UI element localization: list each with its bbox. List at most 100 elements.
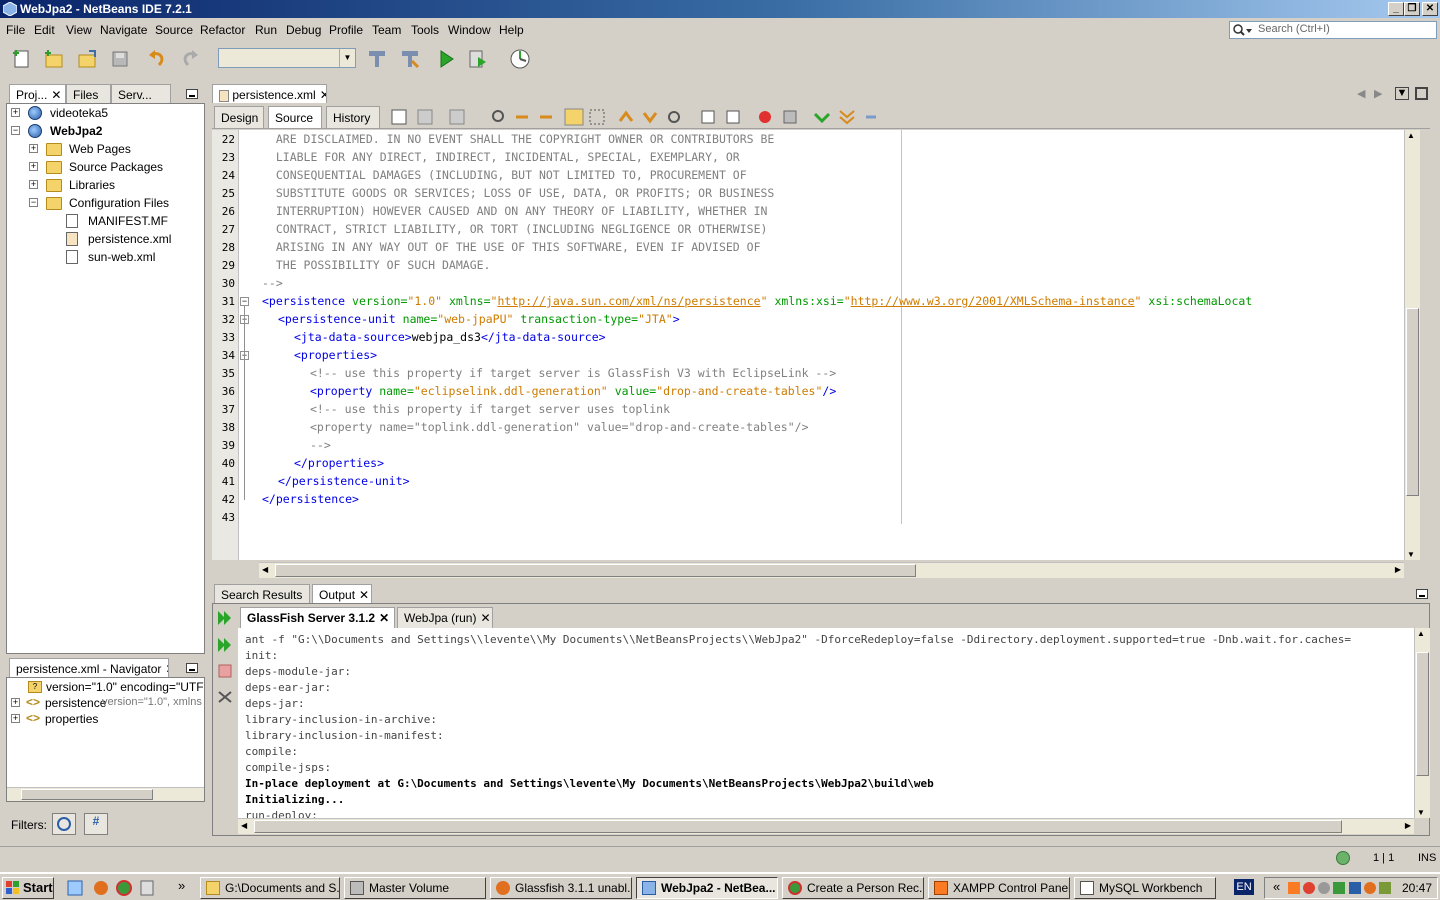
search-input[interactable]: Search (Ctrl+I) [1229,21,1437,39]
menu-window[interactable]: Window [448,23,491,37]
restore-button[interactable]: ❐ [1404,2,1420,16]
menu-refactor[interactable]: Refactor [200,23,245,37]
configuration-combo[interactable]: ▼ [218,48,356,68]
maximize-icon[interactable] [1415,87,1428,100]
collapse-icon[interactable]: − [29,198,38,207]
collapse-icon[interactable]: − [11,126,20,135]
scroll-down-icon[interactable]: ▼ [1417,808,1425,817]
tab-search-results[interactable]: Search Results [214,584,310,603]
close-icon[interactable]: ✕ [165,662,168,676]
editor-hscrollbar[interactable]: ◀ ▶ [259,562,1404,578]
minimize-panel-icon[interactable] [186,89,198,99]
build-icon[interactable] [365,47,389,71]
clean-build-icon[interactable] [398,47,422,71]
debug-icon[interactable] [466,47,490,71]
redo-icon[interactable] [178,47,202,71]
more-icon[interactable]: » [178,878,185,893]
undo-icon[interactable] [145,47,169,71]
scroll-thumb[interactable] [1416,652,1429,776]
expand-icon[interactable]: + [29,180,38,189]
close-icon[interactable]: ✕ [51,88,61,102]
language-indicator[interactable]: EN [1234,879,1254,895]
fold-toggle-icon[interactable]: − [240,297,249,306]
tab-design[interactable]: Design [214,106,264,128]
taskbar-item-chrome[interactable]: Create a Person Rec... [782,877,924,899]
output-hscrollbar[interactable]: ◀ ▶ [238,818,1414,834]
tab-output[interactable]: Output ✕ [312,584,372,603]
scroll-right-icon[interactable]: ▶ [1395,565,1401,574]
tab-files[interactable]: Files [66,84,111,103]
tab-services[interactable]: Serv... [111,84,171,103]
minimize-panel-icon[interactable] [186,663,198,673]
open-project-icon[interactable] [75,47,99,71]
menu-edit[interactable]: Edit [34,23,55,37]
scroll-down-icon[interactable]: ▼ [1407,550,1415,559]
tab-glassfish-server[interactable]: GlassFish Server 3.1.2 ✕ [240,607,395,628]
new-file-icon[interactable] [10,47,34,71]
show-hidden-icons-icon[interactable]: « [1273,879,1280,894]
scroll-left-icon[interactable]: ◀ [241,821,247,830]
quick-launch-icons[interactable] [66,879,166,897]
xml-link-value[interactable]: http://java.sun.com/xml/ns/persistence [497,294,760,308]
scroll-thumb[interactable] [21,789,153,800]
taskbar-item-mysql-workbench[interactable]: MySQL Workbench [1074,877,1216,899]
menu-team[interactable]: Team [372,23,401,37]
tasks-status-icon[interactable] [1336,851,1350,865]
expand-icon[interactable]: + [29,162,38,171]
menu-navigate[interactable]: Navigate [100,23,147,37]
scroll-thumb[interactable] [275,564,916,577]
navigator-hscrollbar[interactable] [7,787,204,801]
new-project-icon[interactable] [42,47,66,71]
nav-item-properties[interactable]: + <> properties [10,711,204,729]
output-vscrollbar[interactable]: ▲ ▼ [1414,628,1430,818]
scroll-up-icon[interactable]: ▲ [1407,131,1415,140]
run-icon[interactable] [434,47,458,71]
scroll-tabs-left-icon[interactable]: ◀ [1357,87,1365,100]
tab-persistence-xml[interactable]: persistence.xml ✕ [212,84,327,103]
expand-icon[interactable]: + [29,144,38,153]
scroll-up-icon[interactable]: ▲ [1417,629,1425,638]
menu-file[interactable]: File [6,23,25,37]
tab-projects[interactable]: Proj... ✕ [9,84,66,103]
scroll-left-icon[interactable]: ◀ [262,565,268,574]
menu-tools[interactable]: Tools [411,23,439,37]
profile-icon[interactable] [508,47,532,71]
tab-history[interactable]: History [326,106,380,128]
close-icon[interactable]: ✕ [480,611,490,625]
tab-source[interactable]: Source [268,106,322,128]
xml-link-value[interactable]: http://www.w3.org/2001/XMLSchema-instanc… [851,294,1135,308]
taskbar-item-glassfish[interactable]: Glassfish 3.1.1 unabl... [490,877,632,899]
scroll-tabs-right-icon[interactable]: ▶ [1374,87,1382,100]
taskbar-item-xampp[interactable]: XAMPP Control Panel ... [928,877,1070,899]
close-icon[interactable]: ✕ [320,88,326,102]
close-window-button[interactable]: ✕ [1422,2,1438,16]
expand-icon[interactable]: + [11,698,20,707]
expand-icon[interactable]: + [11,108,20,117]
tab-webjpa-run[interactable]: WebJpa (run) ✕ [397,607,493,628]
tray-icons[interactable] [1287,880,1397,896]
close-icon[interactable]: ✕ [379,611,389,625]
minimize-button[interactable]: _ [1388,2,1404,16]
editor-vscrollbar[interactable]: ▲ ▼ [1404,130,1420,560]
tab-list-icon[interactable]: ▼ [1395,87,1409,100]
taskbar-item-master-volume[interactable]: Master Volume [344,877,486,899]
menu-profile[interactable]: Profile [329,23,363,37]
menu-debug[interactable]: Debug [286,23,321,37]
filter-fields-button[interactable] [52,813,76,835]
menu-source[interactable]: Source [155,23,193,37]
start-button[interactable]: Start [2,877,54,899]
tab-navigator[interactable]: persistence.xml - Navigator✕ [9,658,169,677]
menu-help[interactable]: Help [499,23,524,37]
scroll-right-icon[interactable]: ▶ [1405,821,1411,830]
save-all-icon[interactable] [108,47,132,71]
expand-icon[interactable]: + [11,714,20,723]
taskbar-item-netbeans[interactable]: WebJpa2 - NetBea... [636,877,778,899]
filter-hash-button[interactable]: # [84,813,108,835]
close-icon[interactable]: ✕ [359,588,369,602]
menu-view[interactable]: View [66,23,92,37]
menu-run[interactable]: Run [255,23,277,37]
taskbar-item-explorer[interactable]: G:\Documents and S... [200,877,340,899]
scroll-thumb[interactable] [254,820,1342,833]
scroll-thumb[interactable] [1406,308,1419,496]
minimize-panel-icon[interactable] [1416,589,1428,599]
